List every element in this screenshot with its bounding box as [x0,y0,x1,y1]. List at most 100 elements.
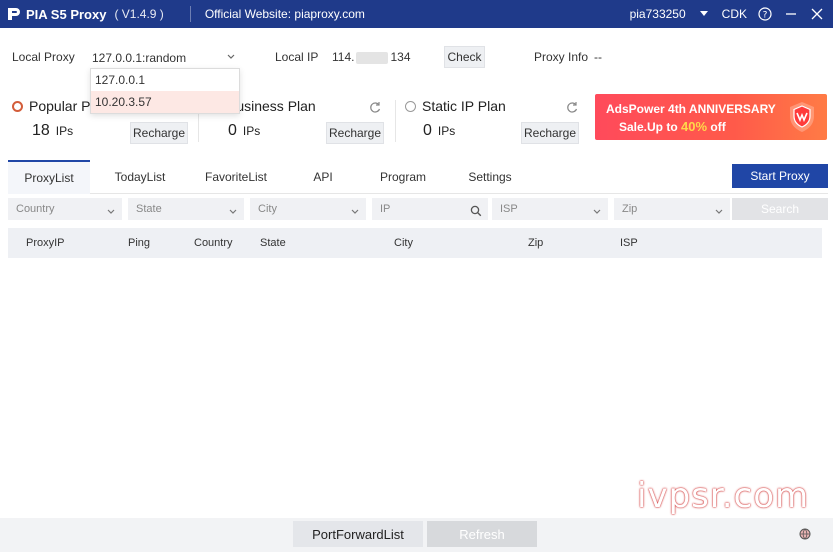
city-placeholder: City [258,203,277,215]
column-header[interactable]: State [260,228,286,258]
chevron-down-icon [228,203,238,225]
local-proxy-label: Local Proxy [12,50,75,64]
app-logo: PIA S5 Proxy ( V1.4.9 ) [6,6,164,22]
svg-text:?: ? [763,11,768,21]
plan-count: 0 IPs [423,122,455,140]
filter-row: Country State City IP ISP Zip Search [8,198,828,220]
dropdown-option[interactable]: 127.0.0.1 [91,69,239,91]
ad-line2-suffix: off [707,120,726,134]
footer-bar: PortForwardList Refresh [0,518,833,552]
tab-program[interactable]: Program [370,160,436,194]
refresh-icon[interactable] [368,100,382,114]
city-select[interactable]: City [250,198,366,220]
plan-count-unit: IPs [55,124,74,138]
ip-mask [356,51,389,64]
watermark: ivpsr.com [637,476,810,516]
logo-icon [8,8,20,20]
app-version: ( V1.4.9 ) [114,7,164,21]
zip-placeholder: Zip [622,203,638,215]
plan-title-text: Business Plan [227,98,316,114]
tab-proxylist[interactable]: ProxyList [8,160,90,194]
local-ip-suffix: 134 [390,50,411,64]
radio-selected-icon[interactable] [12,100,23,112]
globe-icon[interactable] [799,528,811,540]
plan-title-text: Static IP Plan [422,98,506,114]
port-forward-list-button[interactable]: PortForwardList [293,521,423,547]
local-ip-value: 114. 134 [332,50,411,64]
country-select[interactable]: Country [8,198,122,220]
help-icon[interactable]: ? [757,6,773,22]
ad-line2-prefix: Sale.Up to [619,120,682,134]
tab-settings[interactable]: Settings [458,160,522,194]
recharge-button[interactable]: Recharge [326,122,384,144]
local-proxy-value: 127.0.0.1:random [92,51,187,65]
ad-discount: 40% [681,119,708,134]
tab-api[interactable]: API [300,160,346,194]
ad-line1: AdsPower 4th ANNIVERSARY [606,102,776,116]
proxy-info-label: Proxy Info [534,50,589,64]
username: pia733250 [629,7,686,21]
column-header[interactable]: ProxyIP [26,228,65,258]
zip-select[interactable]: Zip [614,198,730,220]
refresh-button[interactable]: Refresh [427,521,537,547]
title-divider [189,6,191,22]
user-menu-chevron-icon[interactable] [696,6,712,22]
local-proxy-dropdown: 127.0.0.1 10.20.3.57 [90,68,240,114]
plan-title: Static IP Plan [405,98,506,114]
proxy-info-value: -- [594,50,602,64]
local-proxy-row: Local Proxy 127.0.0.1:random Local IP 11… [0,28,833,114]
dropdown-option[interactable]: 10.20.3.57 [91,91,239,113]
plan-count-value: 0 [228,122,237,139]
radio-unselected-icon[interactable] [405,100,416,112]
search-button[interactable]: Search [732,198,828,220]
local-ip-prefix: 114. [332,50,355,64]
ip-search-input[interactable]: IP [372,198,488,220]
ad-line2: Sale.Up to 40% off [619,119,726,134]
column-header[interactable]: Ping [128,228,150,258]
chevron-down-icon [350,203,360,225]
plan-count-unit: IPs [242,124,261,138]
country-placeholder: Country [16,203,55,215]
plan-count-value: 18 [32,122,50,139]
refresh-icon[interactable] [565,100,579,114]
ip-placeholder: IP [380,203,391,215]
cdk-button[interactable]: CDK [722,7,747,21]
start-proxy-button[interactable]: Start Proxy [732,164,828,188]
column-header[interactable]: Zip [528,228,543,258]
tab-todaylist[interactable]: TodayList [102,160,178,194]
proxy-table-header: ProxyIP Ping Country State City Zip ISP [8,228,822,258]
app-name: PIA S5 Proxy [26,6,107,22]
plan-divider [395,100,396,142]
ad-banner[interactable]: AdsPower 4th ANNIVERSARY Sale.Up to 40% … [595,94,827,140]
state-select[interactable]: State [128,198,244,220]
state-placeholder: State [136,203,162,215]
main-panel: Local Proxy 127.0.0.1:random Local IP 11… [0,28,833,518]
chevron-down-icon [226,51,236,65]
check-button[interactable]: Check [444,46,485,68]
main-tabs: ProxyList TodayList FavoriteList API Pro… [8,160,828,194]
plan-count-value: 0 [423,122,432,139]
recharge-button[interactable]: Recharge [130,122,188,144]
close-icon[interactable] [809,6,825,22]
plan-static-ip[interactable]: Static IP Plan 0 IPs Recharge [405,92,585,156]
chevron-down-icon [592,203,602,225]
tab-favoritelist[interactable]: FavoriteList [196,160,276,194]
titlebar-right: pia733250 CDK ? [630,0,825,28]
chevron-down-icon [714,203,724,225]
plan-count: 18 IPs [32,122,73,140]
local-proxy-select[interactable]: 127.0.0.1:random [90,47,240,69]
local-ip-label: Local IP [275,50,319,64]
column-header[interactable]: ISP [620,228,638,258]
plan-count: 0 IPs [228,122,260,140]
plan-count-unit: IPs [437,124,456,138]
official-website[interactable]: Official Website: piaproxy.com [205,7,365,21]
recharge-button[interactable]: Recharge [521,122,579,144]
column-header[interactable]: City [394,228,413,258]
shield-badge-icon [790,102,814,132]
minimize-icon[interactable] [783,6,799,22]
isp-placeholder: ISP [500,203,518,215]
column-header[interactable]: Country [194,228,233,258]
title-bar: PIA S5 Proxy ( V1.4.9 ) Official Website… [0,0,833,28]
search-icon[interactable] [470,203,482,225]
isp-select[interactable]: ISP [492,198,608,220]
